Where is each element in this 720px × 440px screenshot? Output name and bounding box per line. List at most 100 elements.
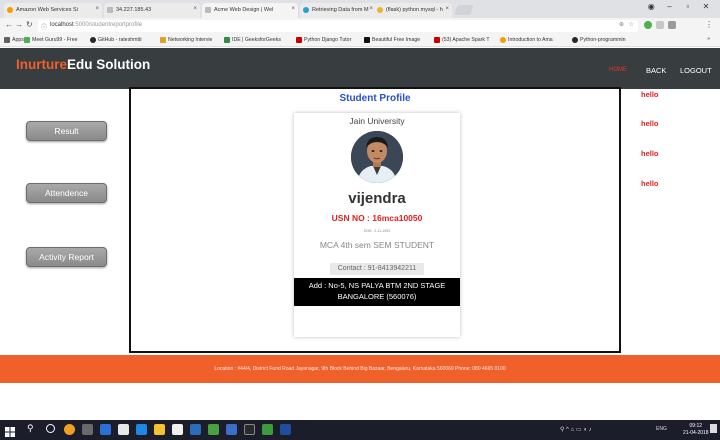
app-icon[interactable] bbox=[190, 424, 201, 435]
edge-icon[interactable] bbox=[136, 424, 147, 435]
usn-number: USN NO : 16mca10050 bbox=[331, 213, 423, 223]
page-favicon-icon bbox=[205, 7, 211, 13]
youtube-icon bbox=[434, 37, 440, 43]
bookmark-label: Networking Intervie bbox=[168, 37, 213, 43]
youtube-icon bbox=[296, 37, 302, 43]
info-icon[interactable]: ⓘ bbox=[41, 22, 47, 31]
address-row: ← → ↻ ⓘ localhost:5000/studentreportprof… bbox=[0, 18, 720, 34]
bookmark-item[interactable]: Python-programmin bbox=[572, 37, 626, 43]
profile-panel: Student Profile Jain University vijendra… bbox=[129, 87, 621, 353]
camera-icon bbox=[364, 37, 370, 43]
word-icon[interactable] bbox=[280, 424, 291, 435]
site-logo[interactable]: InurtureEdu Solution bbox=[16, 57, 150, 72]
app-icon[interactable] bbox=[82, 424, 93, 435]
browser-tab[interactable]: (flask) python mysql - h × bbox=[374, 3, 452, 18]
profile-icon[interactable]: ◉ bbox=[643, 2, 659, 11]
bookmark-item[interactable]: Python Django Tutor bbox=[296, 37, 351, 43]
close-icon[interactable]: × bbox=[193, 6, 197, 12]
menu-kebab-icon[interactable]: ⋮ bbox=[705, 20, 713, 29]
language-indicator[interactable]: ENG bbox=[656, 426, 667, 432]
windows-start-icon[interactable] bbox=[5, 424, 15, 437]
brand-accent-text: Inurture bbox=[16, 57, 68, 72]
bookmark-label: Beautiful Free Image bbox=[372, 37, 421, 43]
app-icon[interactable] bbox=[262, 424, 273, 435]
browser-tab-strip: Amazon Web Services Si × 34.227.185.43 ×… bbox=[0, 0, 720, 18]
site-header: InurtureEdu Solution HOME BACK LOGOUT bbox=[0, 48, 720, 89]
more-bookmarks-icon[interactable]: » bbox=[707, 36, 710, 42]
chrome-icon[interactable] bbox=[64, 424, 75, 435]
address-info: Add : No-5, NS PALYA BTM 2ND STAGE BANGA… bbox=[294, 278, 460, 306]
app-icon[interactable] bbox=[226, 424, 237, 435]
close-icon[interactable]: × bbox=[369, 6, 373, 12]
bookmark-label: Python Django Tutor bbox=[304, 37, 352, 43]
bookmark-star-icon[interactable]: ☆ bbox=[629, 21, 634, 28]
browser-tab[interactable]: Amazon Web Services Si × bbox=[4, 3, 102, 18]
bookmark-item[interactable]: IDE | GeeksforGeeks bbox=[224, 37, 281, 43]
nav-logout-link[interactable]: LOGOUT bbox=[680, 66, 712, 75]
close-icon[interactable]: × bbox=[95, 6, 99, 12]
bookmark-label: Introduction to Ama bbox=[508, 37, 553, 43]
reload-icon[interactable]: ↻ bbox=[26, 20, 33, 29]
system-tray-icons[interactable]: ⚲ ^ ⌂ ▭ ◖ ♪ bbox=[560, 426, 591, 433]
bookmark-item[interactable]: Networking Intervie bbox=[160, 37, 212, 43]
result-button[interactable]: Result bbox=[26, 121, 107, 141]
app-icon[interactable] bbox=[100, 424, 111, 435]
brand-text: Edu Solution bbox=[67, 57, 151, 72]
browser-tab[interactable]: Retrieving Data from M × bbox=[300, 3, 376, 18]
browser-tab-label: Acme Web Design | Wel bbox=[214, 7, 274, 13]
taskbar-clock[interactable]: 09:12 21-04-2018 bbox=[683, 423, 709, 437]
new-tab-button[interactable] bbox=[454, 5, 474, 15]
app-icon[interactable] bbox=[208, 424, 219, 435]
clock-date: 21-04-2018 bbox=[683, 430, 709, 436]
aws-favicon-icon bbox=[7, 7, 13, 13]
store-icon[interactable] bbox=[172, 424, 183, 435]
extension-icon[interactable] bbox=[668, 21, 676, 29]
nav-back-link[interactable]: BACK bbox=[646, 66, 666, 75]
minimize-icon[interactable]: – bbox=[662, 2, 678, 11]
close-window-icon[interactable]: ✕ bbox=[698, 2, 714, 11]
clock-time: 09:12 bbox=[689, 423, 703, 429]
extension-icon[interactable] bbox=[656, 21, 664, 29]
browser-tab-label: 34.227.185.43 bbox=[116, 7, 152, 13]
file-explorer-icon[interactable] bbox=[154, 424, 165, 435]
back-arrow-icon[interactable]: ← bbox=[5, 20, 13, 29]
forward-arrow-icon[interactable]: → bbox=[15, 20, 23, 29]
app-icon[interactable] bbox=[118, 424, 129, 435]
extension-icon[interactable] bbox=[644, 21, 652, 29]
course-info: MCA 4th sem SEM STUDENT bbox=[319, 240, 435, 250]
browser-tab-active[interactable]: Acme Web Design | Wel × bbox=[202, 3, 298, 18]
university-name: Jain University bbox=[349, 116, 405, 126]
bookmark-item[interactable]: Apps bbox=[4, 37, 24, 43]
address-path: :5000/studentreportprofile bbox=[73, 22, 143, 28]
bookmark-item[interactable]: GitHub - rateshmtti bbox=[90, 37, 142, 43]
cortana-icon[interactable] bbox=[46, 424, 55, 433]
browser-tab-label: Retrieving Data from M bbox=[312, 7, 369, 13]
github-icon bbox=[572, 37, 578, 43]
browser-tab-label: Amazon Web Services Si bbox=[16, 7, 78, 13]
bookmark-item[interactable]: Meet Guru99 - Free bbox=[24, 37, 78, 43]
notifications-icon[interactable] bbox=[710, 424, 717, 433]
bookmark-item[interactable]: (53) Apache Spark T bbox=[434, 37, 489, 43]
close-icon[interactable]: × bbox=[445, 6, 449, 12]
activity-report-button[interactable]: Activity Report bbox=[26, 247, 107, 267]
bookmark-item[interactable]: Introduction to Ama bbox=[500, 37, 553, 43]
address-bar[interactable]: ⓘ localhost:5000/studentreportprofile ⊕ … bbox=[38, 20, 638, 32]
maximize-icon[interactable]: ▫ bbox=[680, 2, 696, 11]
zoom-icon[interactable]: ⊕ bbox=[619, 21, 624, 28]
hello-message: hello bbox=[641, 149, 659, 158]
attendence-button[interactable]: Attendence bbox=[26, 183, 107, 203]
search-icon[interactable]: ⚲ bbox=[27, 423, 34, 434]
nav-home-link[interactable]: HOME bbox=[609, 67, 627, 73]
close-icon[interactable]: × bbox=[291, 6, 295, 12]
profile-card: Jain University vijendra USN NO : 16mca1… bbox=[294, 113, 460, 337]
bookmark-site-icon bbox=[160, 37, 166, 43]
footer-location-text: Location : #44/4, District Fund Road Jay… bbox=[214, 366, 506, 372]
app-icon[interactable] bbox=[244, 424, 255, 435]
hello-message: hello bbox=[641, 119, 659, 128]
bookmark-item[interactable]: Beautiful Free Image bbox=[364, 37, 420, 43]
date-of-birth: DOB : 2-11-1993 bbox=[363, 229, 391, 233]
github-icon bbox=[90, 37, 96, 43]
page-title: Student Profile bbox=[339, 93, 411, 104]
avatar bbox=[351, 131, 403, 183]
browser-tab[interactable]: 34.227.185.43 × bbox=[104, 3, 200, 18]
